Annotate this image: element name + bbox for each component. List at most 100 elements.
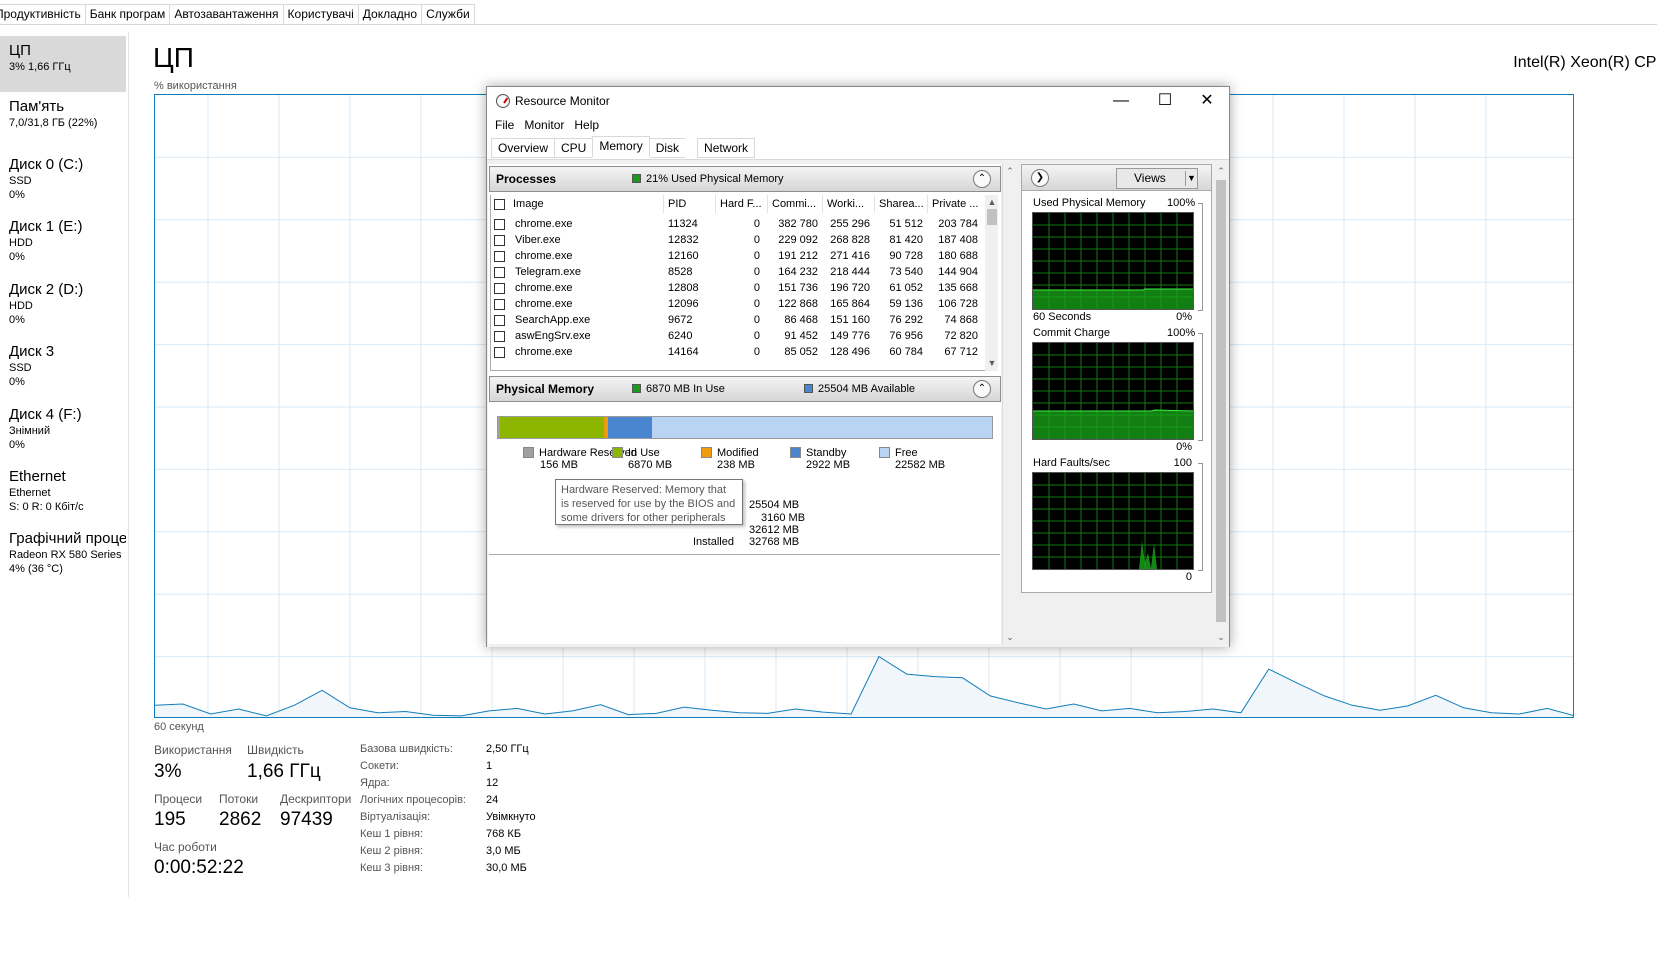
- table-row[interactable]: chrome.exe 14164 0 85 052 128 496 60 784 67 71…: [491, 344, 985, 360]
- select-all-checkbox[interactable]: [494, 199, 505, 210]
- sidebar-item-gpu[interactable]: Графічний процесор 0 Radeon RX 580 Serie…: [0, 530, 126, 576]
- views-button[interactable]: Views ▼: [1116, 168, 1198, 189]
- tab-startup[interactable]: Автозавантаження: [170, 4, 284, 25]
- tab-overview[interactable]: Overview: [491, 138, 555, 158]
- table-cell: 0: [753, 298, 760, 310]
- sidebar-item-disk-2[interactable]: Диск 2 (D:) HDD 0%: [0, 281, 126, 327]
- table-cell: 128 496: [830, 346, 870, 358]
- legend-text: In Use 6870 MB: [628, 447, 672, 471]
- table-row[interactable]: aswEngSrv.exe 6240 0 91 452 149 776 76 956 72 …: [491, 328, 985, 344]
- menu-help[interactable]: Help: [569, 115, 604, 135]
- tab-services[interactable]: Служби: [422, 4, 475, 25]
- table-row[interactable]: chrome.exe 12160 0 191 212 271 416 90 728 180 …: [491, 248, 985, 264]
- processes-section-header[interactable]: Processes 21% Used Physical Memory ⌃: [489, 166, 1001, 192]
- uptime-label: Час роботи: [154, 840, 217, 854]
- processes-scrollbar[interactable]: ▲ ▼: [985, 195, 998, 371]
- column-header-working[interactable]: Worki...: [823, 195, 875, 213]
- usage-label: Використання: [154, 743, 232, 757]
- sidebar-item-disk-3[interactable]: Диск 3 SSD 0%: [0, 343, 126, 389]
- tab-cpu[interactable]: CPU: [554, 138, 593, 158]
- tab-details[interactable]: Докладно: [358, 4, 423, 25]
- row-checkbox[interactable]: [494, 331, 505, 342]
- table-cell: 67 712: [944, 346, 978, 358]
- dropdown-arrow-icon[interactable]: ▼: [1185, 171, 1197, 186]
- rm-titlebar[interactable]: Resource Monitor — ☐ ✕: [487, 87, 1229, 115]
- row-checkbox[interactable]: [494, 267, 505, 278]
- table-cell: 106 728: [938, 298, 978, 310]
- used-physical-stat-text: 21% Used Physical Memory: [646, 173, 784, 185]
- column-header-shareable[interactable]: Sharea...: [875, 195, 928, 213]
- table-cell: 191 212: [778, 250, 818, 262]
- row-checkbox[interactable]: [494, 251, 505, 262]
- table-cell: 76 292: [889, 314, 923, 326]
- table-cell: chrome.exe: [515, 282, 573, 294]
- column-header-private[interactable]: Private ...: [928, 195, 985, 213]
- column-header-image[interactable]: Image: [509, 195, 664, 213]
- scroll-up-arrow-icon[interactable]: ▲: [985, 195, 999, 209]
- maximize-button[interactable]: ☐: [1143, 87, 1187, 115]
- collapse-physical-memory-button[interactable]: ⌃: [973, 380, 991, 398]
- tab-app-history[interactable]: Банк програм: [85, 4, 171, 25]
- menu-file[interactable]: File: [490, 115, 519, 135]
- sidebar-item-ethernet[interactable]: Ethernet Ethernet S: 0 R: 0 Кбіт/с: [0, 468, 126, 514]
- time-axis-label: 60 секунд: [154, 721, 204, 733]
- row-checkbox[interactable]: [494, 235, 505, 246]
- scroll-thumb[interactable]: [1216, 180, 1226, 622]
- table-row[interactable]: Viber.exe 12832 0 229 092 268 828 81 420 187 4…: [491, 232, 985, 248]
- sidebar-item-disk-1[interactable]: Диск 1 (E:) HDD 0%: [0, 218, 126, 264]
- rm-tabs: Overview CPU Memory Disk Network: [491, 136, 756, 158]
- row-checkbox[interactable]: [494, 283, 505, 294]
- window-scrollbar[interactable]: ⌃ ⌄: [1214, 164, 1228, 644]
- scroll-thumb[interactable]: [987, 209, 997, 225]
- expand-graphs-button[interactable]: ❯: [1031, 169, 1049, 187]
- sidebar-item-disk-0[interactable]: Диск 0 (C:) SSD 0%: [0, 156, 126, 202]
- scroll-up-arrow-icon[interactable]: ⌃: [1214, 164, 1228, 178]
- scroll-down-arrow-icon[interactable]: ▼: [985, 356, 999, 370]
- in-use-stat-text: 6870 MB In Use: [646, 383, 725, 395]
- installed-label: Installed: [693, 536, 734, 548]
- table-cell: 74 868: [944, 314, 978, 326]
- scroll-down-arrow-icon[interactable]: ⌄: [1214, 630, 1228, 644]
- sidebar-item-memory[interactable]: Пам'ять 7,0/31,8 ГБ (22%): [0, 98, 126, 130]
- row-checkbox[interactable]: [494, 219, 505, 230]
- sidebar-item-detail: Ethernet: [9, 487, 51, 499]
- collapse-processes-button[interactable]: ⌃: [973, 170, 991, 188]
- scroll-up-arrow-icon[interactable]: ⌃: [1003, 164, 1017, 178]
- table-cell: 60 784: [889, 346, 923, 358]
- row-checkbox[interactable]: [494, 299, 505, 310]
- scroll-down-arrow-icon[interactable]: ⌄: [1003, 630, 1017, 644]
- row-checkbox[interactable]: [494, 347, 505, 358]
- tab-performance[interactable]: Продуктивність: [0, 4, 86, 25]
- column-header-commit[interactable]: Commi...: [768, 195, 823, 213]
- tab-disk[interactable]: Disk: [649, 138, 686, 158]
- table-row[interactable]: SearchApp.exe 9672 0 86 468 151 160 76 292 74 …: [491, 312, 985, 328]
- minimize-button[interactable]: —: [1099, 87, 1143, 115]
- row-checkbox[interactable]: [494, 315, 505, 326]
- menu-monitor[interactable]: Monitor: [519, 115, 569, 135]
- tab-network[interactable]: Network: [697, 138, 756, 158]
- physical-memory-section-header[interactable]: Physical Memory 6870 MB In Use 25504 MB …: [489, 376, 1001, 402]
- handles-value: 97439: [280, 809, 333, 830]
- tab-memory[interactable]: Memory: [592, 136, 650, 157]
- physical-memory-header-title: Physical Memory: [496, 382, 595, 396]
- table-cell: 86 468: [784, 314, 818, 326]
- column-header-pid[interactable]: PID: [664, 195, 716, 213]
- used-physical-stat: 21% Used Physical Memory: [632, 173, 784, 185]
- close-button[interactable]: ✕: [1185, 87, 1229, 115]
- sidebar-item-title: Пам'ять: [9, 98, 65, 115]
- info-value: 24: [486, 794, 499, 806]
- tabs-divider: [0, 24, 1657, 25]
- table-row[interactable]: chrome.exe 12808 0 151 736 196 720 61 052 135 …: [491, 280, 985, 296]
- sidebar-item-cpu[interactable]: ЦП 3% 1,66 ГГц: [0, 36, 126, 92]
- sidebar-item-disk-4[interactable]: Диск 4 (F:) Знімний 0%: [0, 406, 126, 452]
- tab-users[interactable]: Користувачі: [283, 4, 359, 25]
- table-row[interactable]: chrome.exe 12096 0 122 868 165 864 59 136 106 …: [491, 296, 985, 312]
- table-cell: 90 728: [889, 250, 923, 262]
- commit-charge-min: 0%: [1176, 441, 1192, 453]
- table-row[interactable]: Telegram.exe 8528 0 164 232 218 444 73 540 144…: [491, 264, 985, 280]
- table-row[interactable]: chrome.exe 11324 0 382 780 255 296 51 512 203 …: [491, 216, 985, 232]
- sidebar-item-detail: S: 0 R: 0 Кбіт/с: [9, 501, 84, 513]
- processes-value: 195: [154, 809, 186, 830]
- column-header-hard-faults[interactable]: Hard F...: [716, 195, 768, 213]
- left-pane-scrollbar[interactable]: ⌃ ⌄: [1002, 164, 1016, 644]
